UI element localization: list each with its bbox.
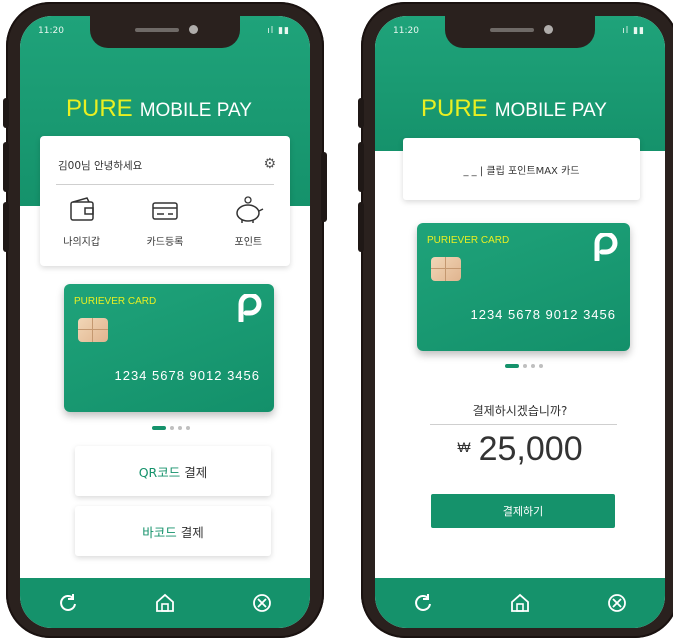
carousel-dots[interactable]: [505, 364, 543, 368]
carousel-dot[interactable]: [539, 364, 543, 368]
bottom-nav: [20, 578, 310, 628]
screen-left: 11:20 ıl ▮▮ PURE MOBILE PAY 김00님 안녕하세요 ⚙ …: [20, 16, 310, 628]
payment-card[interactable]: PURIEVER CARD 1234 5678 9012 3456: [417, 223, 630, 351]
selected-card-label: _ _ | 클립 포인트MAX 카드: [403, 138, 640, 200]
side-button: [358, 142, 364, 192]
menu-item-point[interactable]: 포인트: [213, 196, 283, 249]
brand-mobile-pay: MOBILE PAY: [494, 100, 607, 121]
status-time: 11:20: [38, 26, 64, 36]
side-button: [3, 98, 9, 128]
phone-frame-left: 11:20 ıl ▮▮ PURE MOBILE PAY 김00님 안녕하세요 ⚙ …: [3, 2, 327, 638]
menu-label: 나의지갑: [63, 237, 101, 248]
brand-pure: PURE: [66, 95, 133, 122]
amount-value: 25,000: [478, 430, 583, 468]
speaker: [490, 28, 534, 32]
divider: [430, 424, 617, 425]
status-signal: ıl ▮▮: [267, 26, 290, 36]
screen-right: 11:20 ıl ▮▮ PURE MOBILE PAY _ _ | 클립 포인트M…: [375, 16, 665, 628]
carousel-dot-active[interactable]: [505, 364, 519, 368]
speaker: [135, 28, 179, 32]
side-button: [321, 152, 327, 222]
welcome-card: 김00님 안녕하세요 ⚙ 나의지갑 카드등록 포인트: [40, 136, 290, 266]
card-register-icon: [152, 202, 178, 220]
card-chip-icon: [78, 318, 108, 342]
carousel-dot[interactable]: [186, 426, 190, 430]
card-number: 1234 5678 9012 3456: [470, 307, 616, 322]
welcome-text: 김00님 안녕하세요: [58, 160, 143, 172]
card-number: 1234 5678 9012 3456: [114, 368, 260, 383]
divider: [56, 184, 274, 185]
close-circle-icon[interactable]: [605, 591, 629, 615]
app-title: PURE MOBILE PAY: [66, 95, 252, 123]
brand-pure: PURE: [421, 95, 488, 122]
quick-menu: 나의지갑 카드등록 포인트: [40, 196, 290, 249]
menu-label: 카드등록: [146, 237, 184, 248]
home-icon[interactable]: [508, 591, 532, 615]
card-name: PURIEVER CARD: [74, 296, 157, 307]
notch: [445, 16, 595, 48]
barcode-pay-button[interactable]: 바코드 결제: [75, 506, 271, 556]
barcode-label: 결제: [180, 524, 204, 540]
currency-symbol: ₩: [457, 439, 471, 455]
notch: [90, 16, 240, 48]
phone-frame-right: 11:20 ıl ▮▮ PURE MOBILE PAY _ _ | 클립 포인트M…: [358, 2, 673, 638]
card-chip-icon: [431, 257, 461, 281]
carousel-dots[interactable]: [152, 426, 190, 430]
refresh-icon[interactable]: [411, 591, 435, 615]
close-circle-icon[interactable]: [250, 591, 274, 615]
side-button: [358, 98, 364, 128]
side-button: [3, 202, 9, 252]
qr-pay-button[interactable]: QR코드 결제: [75, 446, 271, 496]
gear-icon[interactable]: ⚙: [263, 156, 276, 172]
piggy-bank-icon: [236, 196, 264, 223]
carousel-dot[interactable]: [178, 426, 182, 430]
payment-question: 결제하시겠습니까?: [472, 404, 568, 418]
barcode-accent: 바코드: [142, 524, 177, 540]
menu-label: 포인트: [234, 237, 263, 248]
carousel-dot[interactable]: [523, 364, 527, 368]
card-logo-icon: [238, 294, 262, 322]
home-icon[interactable]: [153, 591, 177, 615]
bottom-nav: [375, 578, 665, 628]
wallet-icon: [69, 197, 94, 221]
card-label-text: _ _ | 클립 포인트MAX 카드: [463, 165, 580, 177]
carousel-dot[interactable]: [531, 364, 535, 368]
status-signal: ıl ▮▮: [622, 26, 645, 36]
camera: [189, 25, 198, 34]
side-button: [358, 202, 364, 252]
carousel-dot-active[interactable]: [152, 426, 166, 430]
refresh-icon[interactable]: [56, 591, 80, 615]
qr-accent: QR코드: [138, 464, 181, 480]
app-title: PURE MOBILE PAY: [421, 95, 607, 123]
confirm-pay-button[interactable]: 결제하기: [431, 494, 615, 528]
status-time: 11:20: [393, 26, 419, 36]
payment-amount: ₩25,000: [375, 430, 665, 469]
qr-label: 결제: [184, 464, 208, 480]
menu-item-card-register[interactable]: 카드등록: [130, 196, 200, 249]
card-logo-icon: [594, 233, 618, 261]
carousel-dot[interactable]: [170, 426, 174, 430]
camera: [544, 25, 553, 34]
side-button: [3, 142, 9, 192]
menu-item-wallet[interactable]: 나의지갑: [47, 196, 117, 249]
payment-card[interactable]: PURIEVER CARD 1234 5678 9012 3456: [64, 284, 274, 412]
card-name: PURIEVER CARD: [427, 235, 510, 246]
brand-mobile-pay: MOBILE PAY: [139, 100, 252, 121]
